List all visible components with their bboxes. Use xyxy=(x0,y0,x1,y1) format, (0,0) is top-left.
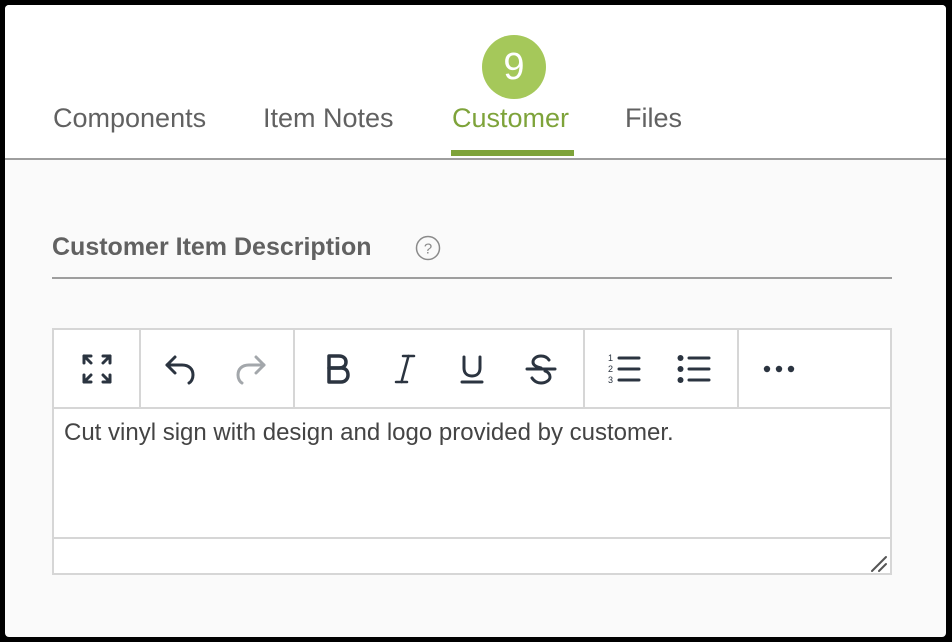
section-title: Customer Item Description xyxy=(52,233,372,261)
section-divider xyxy=(52,277,892,279)
toolbar-separator xyxy=(737,330,739,407)
italic-icon[interactable] xyxy=(385,349,425,389)
tab-bar: 9 Components Item Notes Customer Files xyxy=(5,5,946,160)
tab-item-notes[interactable]: Item Notes xyxy=(263,103,394,134)
resize-handle-icon[interactable] xyxy=(868,553,888,573)
rich-text-editor: 1 2 3 Cut vinyl sign with design and log… xyxy=(52,328,892,575)
fullscreen-icon[interactable] xyxy=(77,349,117,389)
tab-components[interactable]: Components xyxy=(53,103,206,134)
active-tab-indicator xyxy=(451,150,574,156)
toolbar-separator xyxy=(139,330,141,407)
strikethrough-icon[interactable] xyxy=(521,349,561,389)
tab-files[interactable]: Files xyxy=(625,103,682,134)
editor-toolbar: 1 2 3 xyxy=(54,330,890,409)
bold-icon[interactable] xyxy=(318,349,358,389)
svg-text:1: 1 xyxy=(608,353,613,363)
tab-customer[interactable]: Customer xyxy=(452,103,569,134)
customer-count-badge: 9 xyxy=(482,35,546,99)
editor-statusbar xyxy=(54,537,890,575)
ordered-list-icon[interactable]: 1 2 3 xyxy=(604,349,644,389)
customer-panel: 9 Components Item Notes Customer Files C… xyxy=(5,5,946,637)
svg-text:3: 3 xyxy=(608,375,613,385)
toolbar-separator xyxy=(293,330,295,407)
unordered-list-icon[interactable] xyxy=(674,349,714,389)
editor-content[interactable]: Cut vinyl sign with design and logo prov… xyxy=(64,419,674,447)
redo-icon[interactable] xyxy=(231,349,271,389)
svg-text:?: ? xyxy=(424,241,432,258)
more-icon[interactable] xyxy=(759,349,799,389)
underline-icon[interactable] xyxy=(452,349,492,389)
svg-text:2: 2 xyxy=(608,364,613,374)
undo-icon[interactable] xyxy=(160,349,200,389)
toolbar-separator xyxy=(583,330,585,407)
question-circle-icon[interactable]: ? xyxy=(415,235,441,261)
